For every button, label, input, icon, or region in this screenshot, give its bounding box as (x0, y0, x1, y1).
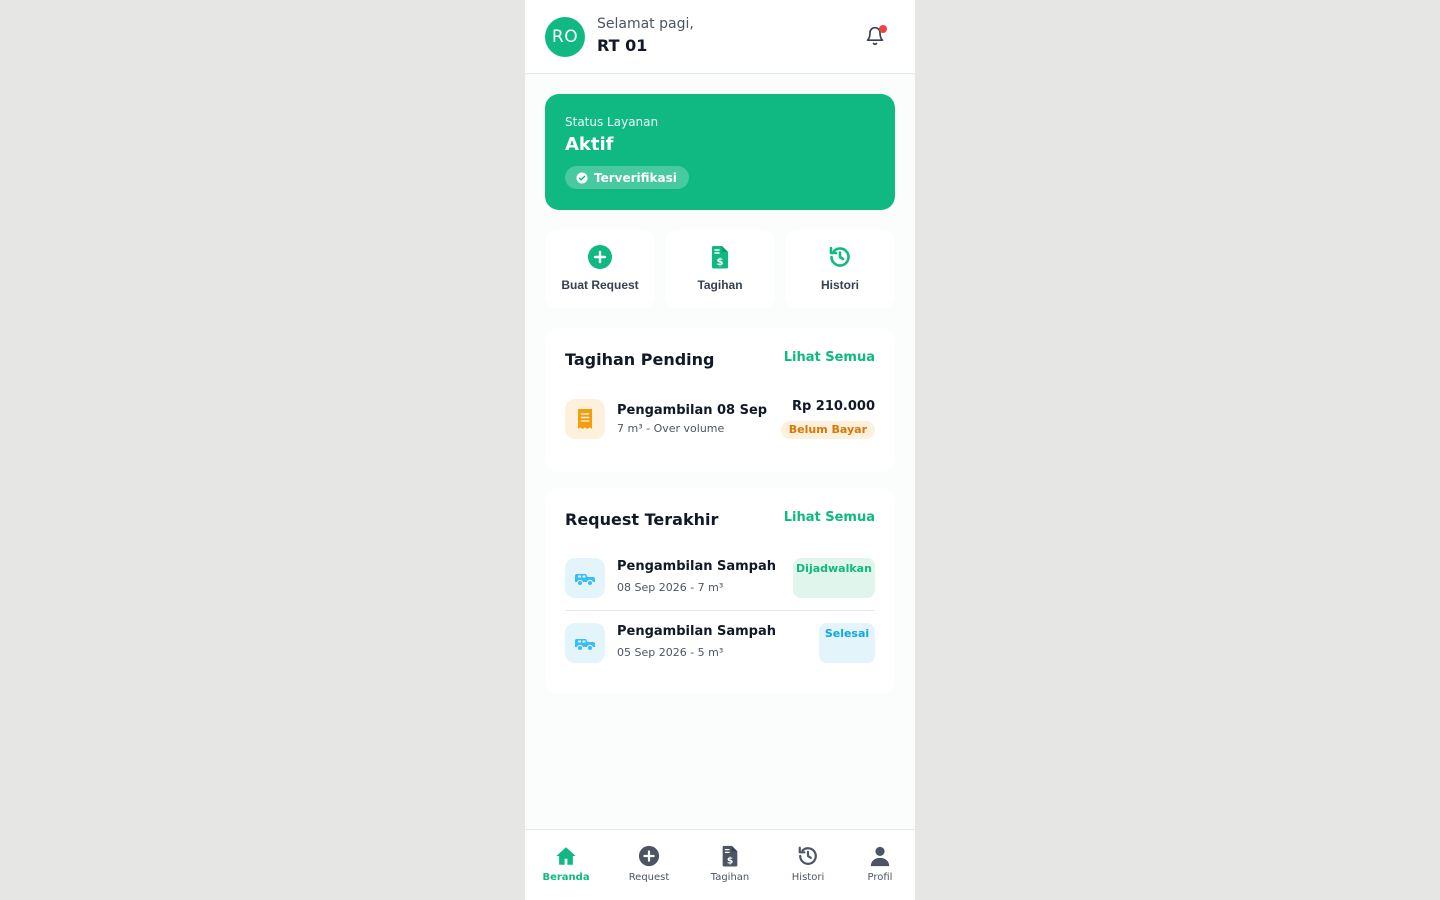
user-name: RT 01 (597, 36, 648, 55)
nav-label: Beranda (542, 872, 590, 883)
quick-action-label: Histori (820, 278, 859, 292)
avatar[interactable]: RO (545, 17, 585, 57)
top-header: RO Selamat pagi, RT 01 (525, 0, 915, 74)
svg-text:$: $ (717, 257, 724, 268)
request-title: Pengambilan Sampah (617, 559, 777, 574)
nav-item-tagihan[interactable]: $ Tagihan (707, 830, 753, 900)
nav-item-histori[interactable]: Histori (786, 830, 830, 900)
bill-amount: Rp 210.000 (791, 399, 875, 414)
plus-circle-icon (588, 245, 612, 269)
check-circle-icon (576, 172, 588, 183)
invoice-icon: $ (711, 246, 728, 269)
quick-actions: Buat Request $ Tagihan Histori (545, 230, 895, 310)
nav-label: Profil (867, 872, 893, 883)
pending-bills-card: Tagihan Pending Lihat Semua Pengambilan … (545, 328, 895, 472)
receipt-icon (565, 399, 605, 439)
bill-subtitle: 7 m³ - Over volume (617, 422, 725, 435)
status-value: Aktif (565, 134, 614, 155)
bottom-nav: Beranda Request $ Tagihan Histori Profil (525, 829, 915, 900)
request-subtitle: 08 Sep 2026 - 7 m³ (617, 581, 724, 594)
verified-badge: Terverifikasi (565, 166, 689, 189)
nav-item-profil[interactable]: Profil (861, 830, 899, 900)
status-label: Status Layanan (565, 115, 659, 129)
nav-label: Request (628, 872, 670, 883)
svg-text:$: $ (727, 855, 733, 866)
status-badge: Belum Bayar (780, 421, 875, 439)
nav-label: Histori (791, 872, 825, 883)
quick-action-label: Buat Request (561, 278, 639, 292)
history-icon (798, 846, 817, 865)
nav-item-request[interactable]: Request (625, 830, 673, 900)
history-icon (829, 246, 850, 267)
nav-item-beranda[interactable]: Beranda (542, 830, 590, 900)
truck-icon (565, 623, 605, 663)
status-badge: Selesai (819, 623, 875, 663)
section-title: Tagihan Pending (565, 350, 715, 369)
notification-badge (879, 25, 887, 33)
quick-action-history[interactable]: Histori (785, 230, 895, 308)
bill-title: Pengambilan 08 Sep (617, 403, 768, 418)
truck-icon (565, 558, 605, 598)
request-title: Pengambilan Sampah (617, 624, 777, 639)
see-all-bills-link[interactable]: Lihat Semua (784, 350, 875, 365)
invoice-icon: $ (722, 845, 738, 867)
quick-action-bills[interactable]: $ Tagihan (665, 230, 775, 308)
greeting-text: Selamat pagi, (597, 16, 694, 32)
divider (565, 610, 875, 611)
user-icon (870, 846, 890, 867)
recent-requests-card: Request Terakhir Lihat Semua Pengambilan… (545, 488, 895, 694)
quick-action-create-request[interactable]: Buat Request (545, 230, 655, 308)
plus-circle-icon (638, 845, 660, 867)
quick-action-label: Tagihan (697, 278, 743, 292)
request-subtitle: 05 Sep 2026 - 5 m³ (617, 646, 724, 659)
service-status-card: Status Layanan Aktif Terverifikasi (545, 94, 895, 210)
status-badge: Dijadwalkan (793, 558, 875, 598)
nav-label: Tagihan (710, 872, 750, 883)
app-screen: RO Selamat pagi, RT 01 Status Layanan Ak… (525, 0, 915, 900)
section-title: Request Terakhir (565, 510, 719, 529)
see-all-requests-link[interactable]: Lihat Semua (784, 510, 875, 525)
verified-label: Terverifikasi (594, 170, 677, 185)
home-icon (556, 847, 576, 865)
